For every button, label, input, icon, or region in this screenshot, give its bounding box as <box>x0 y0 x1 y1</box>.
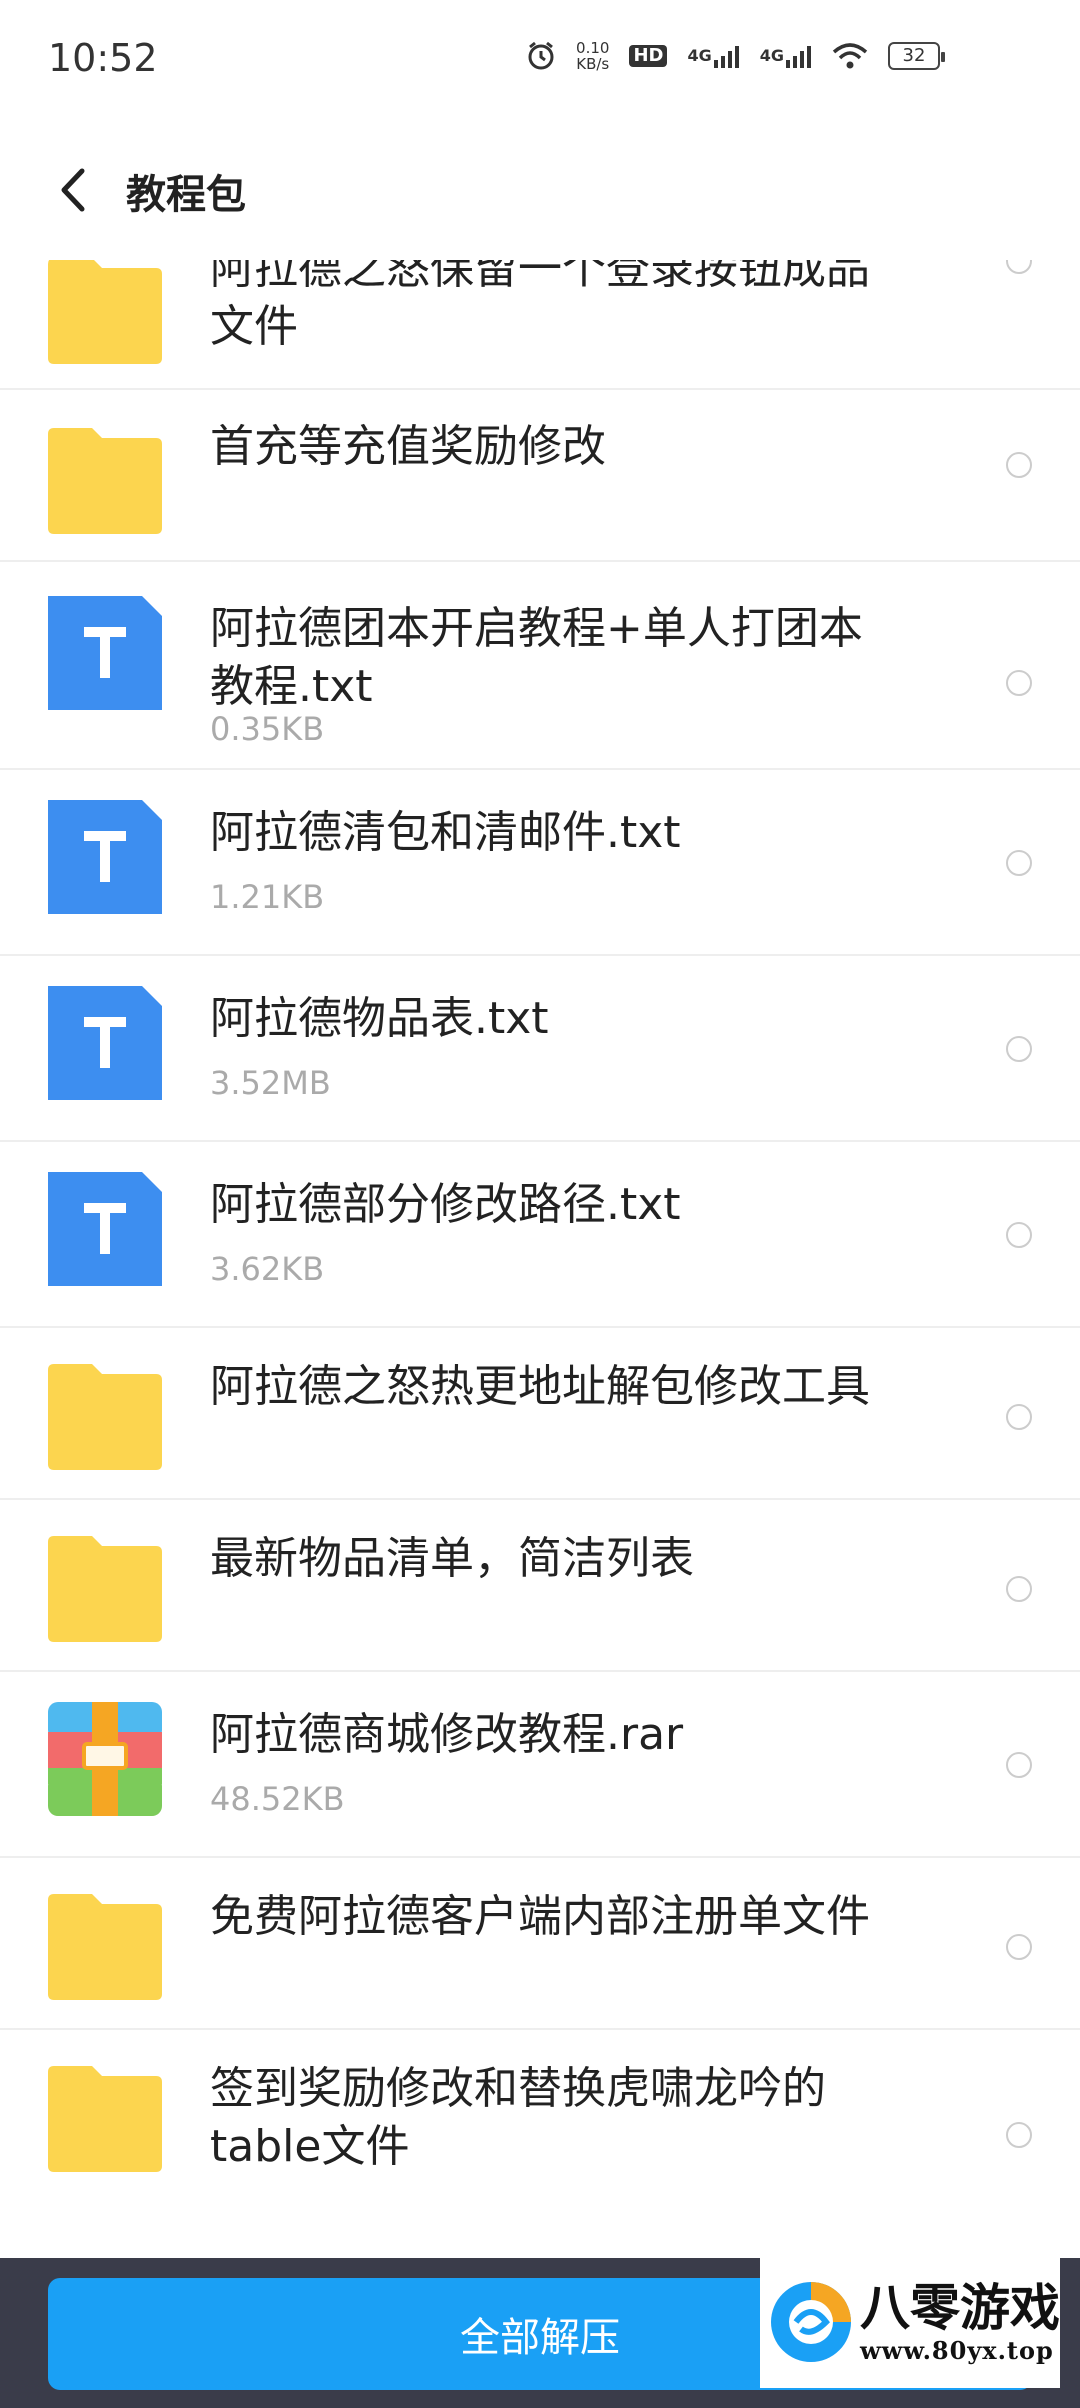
file-name: 最新物品清单，简洁列表 <box>210 1533 694 1584</box>
back-button[interactable] <box>48 162 98 218</box>
hd-label: HD <box>629 45 668 67</box>
file-name-line1: 签到奖励修改和替换虎啸龙吟的 <box>210 2063 826 2114</box>
file-size: 0.35KB <box>210 710 325 748</box>
file-name: 阿拉德之怒保留一个登录按钮成品 文件 <box>210 260 940 356</box>
select-radio[interactable] <box>1006 1752 1032 1778</box>
file-name-line2: 文件 <box>210 301 298 352</box>
list-item[interactable]: 首充等充值奖励修改 <box>0 390 1080 562</box>
file-name: 免费阿拉德客户端内部注册单文件 <box>210 1891 870 1942</box>
select-radio[interactable] <box>1006 452 1032 478</box>
txt-file-icon <box>48 596 162 710</box>
txt-file-icon <box>48 986 162 1100</box>
file-size: 1.21KB <box>210 878 325 916</box>
header: 教程包 <box>0 120 1080 260</box>
file-size: 3.62KB <box>210 1250 325 1288</box>
list-item[interactable]: 阿拉德之怒热更地址解包修改工具 <box>0 1328 1080 1500</box>
file-list: 阿拉德之怒保留一个登录按钮成品 文件 首充等充值奖励修改 阿拉德团本开启教程+单… <box>0 260 1080 2258</box>
archive-rar-icon <box>48 1702 162 1816</box>
signal-icon-1: 4G <box>687 44 739 68</box>
select-radio[interactable] <box>1006 1036 1032 1062</box>
chevron-left-icon <box>61 168 85 212</box>
list-item[interactable]: 免费阿拉德客户端内部注册单文件 <box>0 1858 1080 2030</box>
folder-icon <box>48 1528 162 1642</box>
file-name: 阿拉德团本开启教程+单人打团本 教程.txt <box>210 600 940 716</box>
file-name: 签到奖励修改和替换虎啸龙吟的 table文件 <box>210 2060 940 2176</box>
file-name: 阿拉德清包和清邮件.txt <box>210 807 681 858</box>
page-title: 教程包 <box>126 172 246 218</box>
file-name: 阿拉德物品表.txt <box>210 993 549 1044</box>
select-radio[interactable] <box>1006 850 1032 876</box>
watermark-logo-icon <box>771 2282 851 2362</box>
watermark: 八零游戏 www.80yx.top <box>760 2256 1060 2388</box>
file-name-line1: 阿拉德团本开启教程+单人打团本 <box>210 603 863 654</box>
file-name-line2: 教程.txt <box>210 661 373 712</box>
select-radio[interactable] <box>1006 1576 1032 1602</box>
status-time: 10:52 <box>48 36 158 80</box>
list-item[interactable]: 最新物品清单，简洁列表 <box>0 1500 1080 1672</box>
txt-file-icon <box>48 1172 162 1286</box>
file-size: 48.52KB <box>210 1780 345 1818</box>
alarm-icon <box>526 41 556 71</box>
file-name: 阿拉德之怒热更地址解包修改工具 <box>210 1361 870 1412</box>
folder-icon <box>48 2058 162 2172</box>
list-item[interactable]: 签到奖励修改和替换虎啸龙吟的 table文件 <box>0 2030 1080 2258</box>
folder-icon <box>48 1886 162 2000</box>
status-bar: 10:52 0.10 KB/s HD 4G 4G 32 <box>0 0 1080 120</box>
folder-icon <box>48 260 162 364</box>
watermark-url: www.80yx.top <box>860 2335 1054 2365</box>
select-radio[interactable] <box>1006 260 1032 274</box>
net-speed-value: 0.10 <box>576 39 610 57</box>
signal2-label: 4G <box>759 46 784 65</box>
watermark-name: 八零游戏 <box>860 2277 1060 2337</box>
list-item[interactable]: 阿拉德商城修改教程.rar 48.52KB <box>0 1672 1080 1858</box>
net-speed-unit: KB/s <box>576 55 610 73</box>
select-radio[interactable] <box>1006 1934 1032 1960</box>
wifi-icon <box>832 42 868 70</box>
folder-icon <box>48 1356 162 1470</box>
file-name-line1: 阿拉德之怒保留一个登录按钮成品 <box>210 260 870 294</box>
battery-icon: 32 <box>888 42 945 70</box>
select-radio[interactable] <box>1006 1222 1032 1248</box>
select-radio[interactable] <box>1006 1404 1032 1430</box>
file-name: 阿拉德商城修改教程.rar <box>210 1709 684 1760</box>
file-size: 3.52MB <box>210 1064 331 1102</box>
status-icons: 0.10 KB/s HD 4G 4G 32 <box>526 40 945 72</box>
signal-icon-2: 4G <box>760 44 812 68</box>
select-radio[interactable] <box>1006 670 1032 696</box>
select-radio[interactable] <box>1006 2122 1032 2148</box>
list-item[interactable]: 阿拉德清包和清邮件.txt 1.21KB <box>0 770 1080 956</box>
list-item[interactable]: 阿拉德之怒保留一个登录按钮成品 文件 <box>0 260 1080 390</box>
signal1-label: 4G <box>687 46 712 65</box>
file-name-line2: table文件 <box>210 2121 410 2172</box>
folder-icon <box>48 420 162 534</box>
watermark-text: 八零游戏 www.80yx.top <box>860 2277 1060 2365</box>
list-item[interactable]: 阿拉德团本开启教程+单人打团本 教程.txt 0.35KB <box>0 562 1080 770</box>
list-item[interactable]: 阿拉德物品表.txt 3.52MB <box>0 956 1080 1142</box>
file-name: 阿拉德部分修改路径.txt <box>210 1179 681 1230</box>
list-item[interactable]: 阿拉德部分修改路径.txt 3.62KB <box>0 1142 1080 1328</box>
hd-icon: HD <box>629 45 668 67</box>
txt-file-icon <box>48 800 162 914</box>
net-speed: 0.10 KB/s <box>576 40 609 72</box>
file-name: 首充等充值奖励修改 <box>210 421 606 472</box>
